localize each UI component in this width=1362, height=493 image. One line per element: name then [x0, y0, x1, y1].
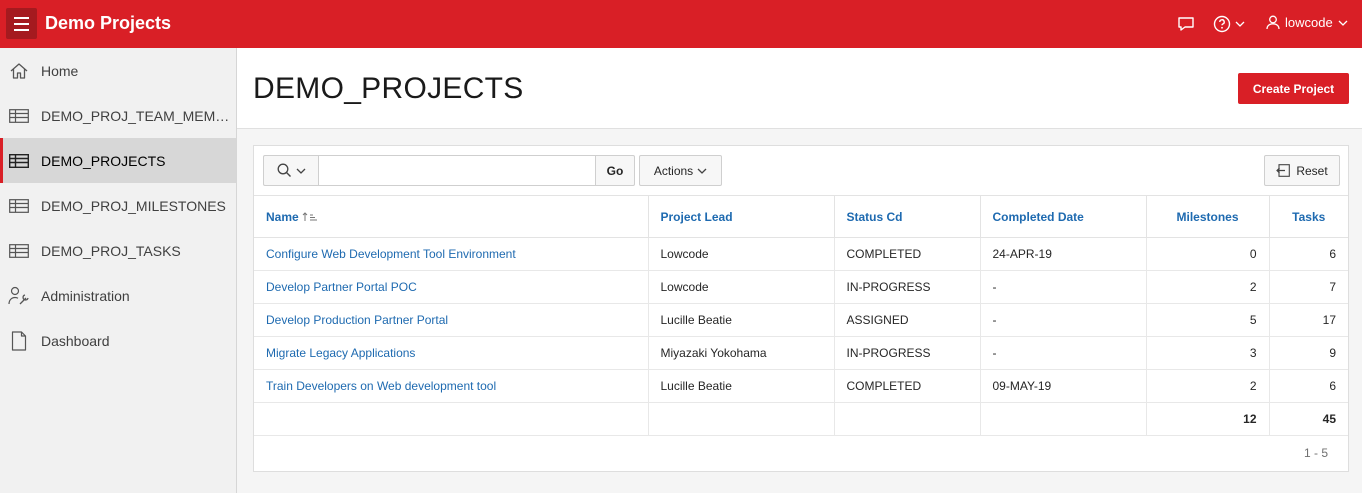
project-lead-cell: Lucille Beatie [648, 369, 835, 403]
sidebar-item-home[interactable]: Home [0, 48, 236, 93]
help-menu-button[interactable] [1213, 14, 1245, 34]
project-lead-cell: Lowcode [648, 237, 835, 271]
user-icon [1266, 15, 1280, 30]
project-link[interactable]: Train Developers on Web development tool [266, 379, 496, 393]
status-cell: IN-PROGRESS [834, 270, 981, 304]
search-icon [277, 163, 291, 177]
project-lead-cell: Miyazaki Yokohama [648, 336, 835, 370]
sidebar-navigation: Home DEMO_PROJ_TEAM_MEMBERS DEMO_PROJECT… [0, 48, 237, 493]
project-name-cell: Develop Partner Portal POC [254, 270, 649, 304]
chat-icon[interactable] [1177, 14, 1195, 34]
completed-date-cell: 24-APR-19 [980, 237, 1147, 271]
tasks-cell: 9 [1269, 336, 1348, 370]
milestones-cell: 2 [1146, 369, 1270, 403]
tasks-cell: 6 [1269, 369, 1348, 403]
table-row: Configure Web Development Tool Environme… [254, 237, 1348, 271]
completed-date-cell: - [980, 336, 1147, 370]
totals-row: 12 45 [254, 402, 1348, 436]
search-column-selector[interactable] [263, 155, 319, 186]
username: lowcode [1285, 15, 1333, 30]
milestones-total: 12 [1146, 402, 1270, 436]
milestones-cell: 0 [1146, 237, 1270, 271]
column-header-project-lead[interactable]: Project Lead [648, 195, 835, 238]
chevron-down-icon [697, 168, 707, 174]
sidebar-item-projects[interactable]: DEMO_PROJECTS [0, 138, 236, 183]
sidebar-item-tasks[interactable]: DEMO_PROJ_TASKS [0, 228, 236, 273]
project-name-cell: Migrate Legacy Applications [254, 336, 649, 370]
project-name-cell: Develop Production Partner Portal [254, 303, 649, 337]
table-row: Develop Partner Portal POC Lowcode IN-PR… [254, 270, 1348, 304]
status-cell: COMPLETED [834, 237, 981, 271]
user-menu[interactable]: lowcode [1266, 15, 1348, 30]
app-title[interactable]: Demo Projects [45, 13, 171, 34]
tasks-cell: 6 [1269, 237, 1348, 271]
status-cell: IN-PROGRESS [834, 336, 981, 370]
actions-menu-button[interactable]: Actions [639, 155, 722, 186]
go-button[interactable]: Go [595, 155, 635, 186]
milestones-cell: 3 [1146, 336, 1270, 370]
reset-icon [1276, 164, 1291, 177]
project-lead-cell: Lowcode [648, 270, 835, 304]
table-icon [8, 150, 30, 172]
table-icon [8, 240, 30, 262]
milestones-cell: 2 [1146, 270, 1270, 304]
project-name-cell: Configure Web Development Tool Environme… [254, 237, 649, 271]
project-link[interactable]: Migrate Legacy Applications [266, 346, 415, 360]
table-icon [8, 195, 30, 217]
create-project-button[interactable]: Create Project [1238, 73, 1349, 104]
tasks-cell: 17 [1269, 303, 1348, 337]
table-row: Migrate Legacy Applications Miyazaki Yok… [254, 336, 1348, 370]
reset-label: Reset [1296, 163, 1328, 178]
chevron-down-icon [1338, 20, 1348, 26]
column-header-completed-date[interactable]: Completed Date [980, 195, 1147, 238]
reset-button[interactable]: Reset [1264, 155, 1340, 186]
project-lead-cell: Lucille Beatie [648, 303, 835, 337]
column-header-tasks[interactable]: Tasks [1269, 195, 1348, 238]
sort-ascending-icon [302, 212, 318, 222]
table-row: Develop Production Partner Portal Lucill… [254, 303, 1348, 337]
sidebar-item-team-members[interactable]: DEMO_PROJ_TEAM_MEMBERS [0, 93, 236, 138]
page-header: DEMO_PROJECTS Create Project [237, 48, 1362, 129]
help-icon [1213, 15, 1231, 33]
pagination-label: 1 - 5 [1303, 446, 1328, 460]
chevron-down-icon [296, 168, 306, 174]
column-header-milestones[interactable]: Milestones [1146, 195, 1270, 238]
admin-icon [8, 285, 30, 307]
table-icon [8, 105, 30, 127]
milestones-cell: 5 [1146, 303, 1270, 337]
sidebar-item-dashboard[interactable]: Dashboard [0, 318, 236, 363]
project-link[interactable]: Configure Web Development Tool Environme… [266, 247, 516, 261]
tasks-cell: 7 [1269, 270, 1348, 304]
status-cell: ASSIGNED [834, 303, 981, 337]
project-link[interactable]: Develop Partner Portal POC [266, 280, 417, 294]
search-input[interactable] [318, 155, 596, 186]
projects-table: Name Project Lead Status Cd Completed Da… [254, 195, 1348, 436]
chevron-down-icon [1235, 21, 1245, 27]
project-name-cell: Train Developers on Web development tool [254, 369, 649, 403]
page-title: DEMO_PROJECTS [253, 72, 524, 105]
interactive-report: Go Actions Reset Name Project Lead Statu… [253, 145, 1349, 472]
table-row: Train Developers on Web development tool… [254, 369, 1348, 403]
document-icon [8, 330, 30, 352]
status-cell: COMPLETED [834, 369, 981, 403]
sidebar-item-administration[interactable]: Administration [0, 273, 236, 318]
completed-date-cell: - [980, 303, 1147, 337]
project-link[interactable]: Develop Production Partner Portal [266, 313, 448, 327]
top-navigation-bar: Demo Projects lowcode [0, 0, 1362, 48]
table-header-row: Name Project Lead Status Cd Completed Da… [254, 195, 1348, 238]
actions-label: Actions [653, 163, 694, 178]
column-header-name[interactable]: Name [254, 195, 649, 238]
tasks-total: 45 [1269, 402, 1348, 436]
sidebar-item-milestones[interactable]: DEMO_PROJ_MILESTONES [0, 183, 236, 228]
menu-icon[interactable] [6, 8, 37, 39]
completed-date-cell: 09-MAY-19 [980, 369, 1147, 403]
completed-date-cell: - [980, 270, 1147, 304]
home-icon [8, 60, 30, 82]
column-header-status[interactable]: Status Cd [834, 195, 981, 238]
